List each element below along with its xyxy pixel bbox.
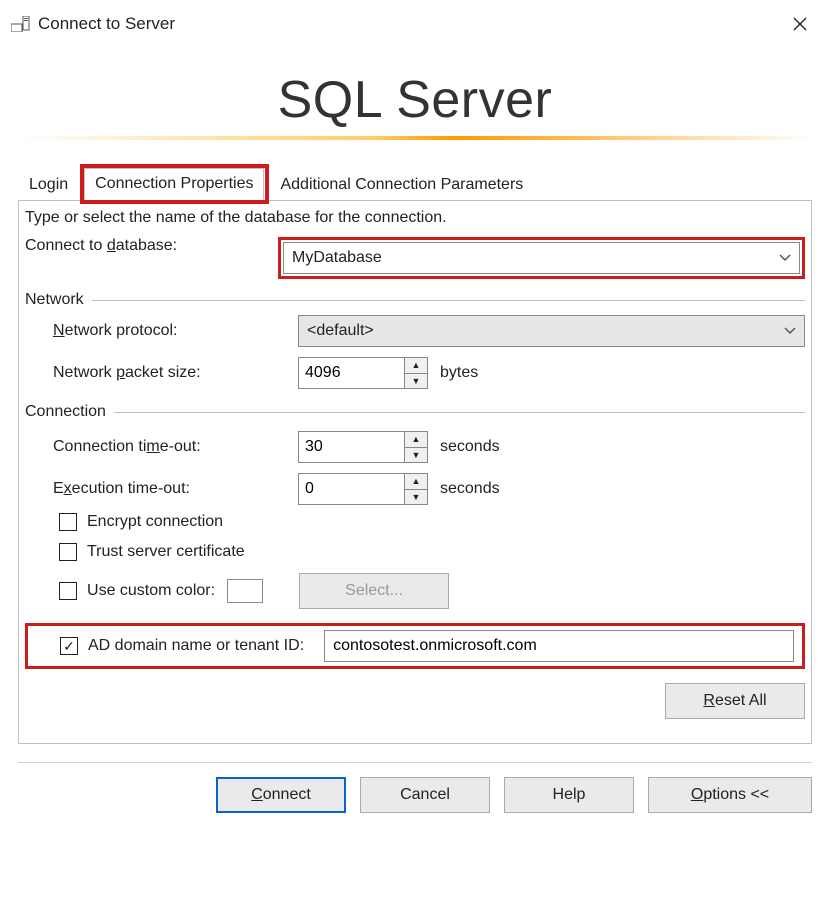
packet-size-unit: bytes — [440, 364, 478, 382]
database-combo[interactable]: MyDatabase — [283, 242, 800, 274]
brand-text: SQL Server — [0, 70, 830, 130]
spinner-buttons: ▲ ▼ — [405, 357, 428, 389]
spinner-buttons: ▲ ▼ — [405, 431, 428, 463]
database-value: MyDatabase — [292, 249, 382, 267]
footer-buttons: Connect Cancel Help Options << — [0, 763, 830, 833]
ad-domain-label: AD domain name or tenant ID: — [88, 637, 304, 655]
connect-to-database-label: Connect to database: — [25, 237, 278, 279]
brand-underline — [18, 136, 812, 140]
tab-additional-parameters[interactable]: Additional Connection Parameters — [269, 169, 534, 200]
cancel-button[interactable]: Cancel — [360, 777, 490, 813]
trust-cert-checkbox[interactable] — [59, 543, 77, 561]
exec-timeout-input[interactable] — [298, 473, 405, 505]
brand-banner: SQL Server — [0, 42, 830, 152]
group-network: Network — [19, 279, 811, 313]
packet-size-spinner[interactable]: ▲ ▼ — [298, 357, 428, 389]
encrypt-label: Encrypt connection — [87, 513, 223, 531]
server-icon — [10, 13, 32, 35]
ad-domain-checkbox[interactable] — [60, 637, 78, 655]
divider — [114, 412, 805, 413]
spin-up-icon[interactable]: ▲ — [405, 432, 427, 447]
chevron-down-icon — [784, 327, 796, 335]
hint-text: Type or select the name of the database … — [19, 201, 811, 237]
connect-timeout-spinner[interactable]: ▲ ▼ — [298, 431, 428, 463]
help-button[interactable]: Help — [504, 777, 634, 813]
custom-color-checkbox[interactable] — [59, 582, 77, 600]
group-connection: Connection — [19, 391, 811, 425]
titlebar: Connect to Server — [0, 0, 830, 42]
packet-size-input[interactable] — [298, 357, 405, 389]
spin-down-icon[interactable]: ▼ — [405, 373, 427, 389]
chevron-down-icon — [779, 254, 791, 262]
tab-page: Type or select the name of the database … — [18, 201, 812, 744]
spin-down-icon[interactable]: ▼ — [405, 489, 427, 505]
network-protocol-combo[interactable]: <default> — [298, 315, 805, 347]
network-protocol-value: <default> — [307, 322, 374, 340]
reset-all-button[interactable]: Reset All — [665, 683, 805, 719]
exec-timeout-label: Execution time-out: — [53, 480, 298, 498]
color-preview — [227, 579, 263, 603]
tab-bar: Login Connection Properties Additional C… — [18, 160, 812, 201]
group-connection-title: Connection — [25, 403, 106, 421]
divider — [92, 300, 805, 301]
connect-timeout-unit: seconds — [440, 438, 500, 456]
group-network-title: Network — [25, 291, 84, 309]
trust-cert-label: Trust server certificate — [87, 543, 245, 561]
options-button[interactable]: Options << — [648, 777, 812, 813]
spin-up-icon[interactable]: ▲ — [405, 358, 427, 373]
spinner-buttons: ▲ ▼ — [405, 473, 428, 505]
ad-domain-input[interactable] — [324, 630, 794, 662]
spin-up-icon[interactable]: ▲ — [405, 474, 427, 489]
tab-login[interactable]: Login — [18, 169, 79, 200]
window-title: Connect to Server — [38, 14, 175, 34]
encrypt-checkbox[interactable] — [59, 513, 77, 531]
connect-timeout-label: Connection time-out: — [53, 438, 298, 456]
select-color-button: Select... — [299, 573, 449, 609]
exec-timeout-spinner[interactable]: ▲ ▼ — [298, 473, 428, 505]
spin-down-icon[interactable]: ▼ — [405, 447, 427, 463]
packet-size-label: Network packet size: — [53, 364, 298, 382]
exec-timeout-unit: seconds — [440, 480, 500, 498]
network-protocol-label: Network protocol: — [53, 322, 298, 340]
tab-connection-properties[interactable]: Connection Properties — [84, 168, 264, 200]
connect-timeout-input[interactable] — [298, 431, 405, 463]
close-icon[interactable] — [780, 9, 820, 39]
custom-color-label: Use custom color: — [87, 582, 215, 600]
connect-button[interactable]: Connect — [216, 777, 346, 813]
